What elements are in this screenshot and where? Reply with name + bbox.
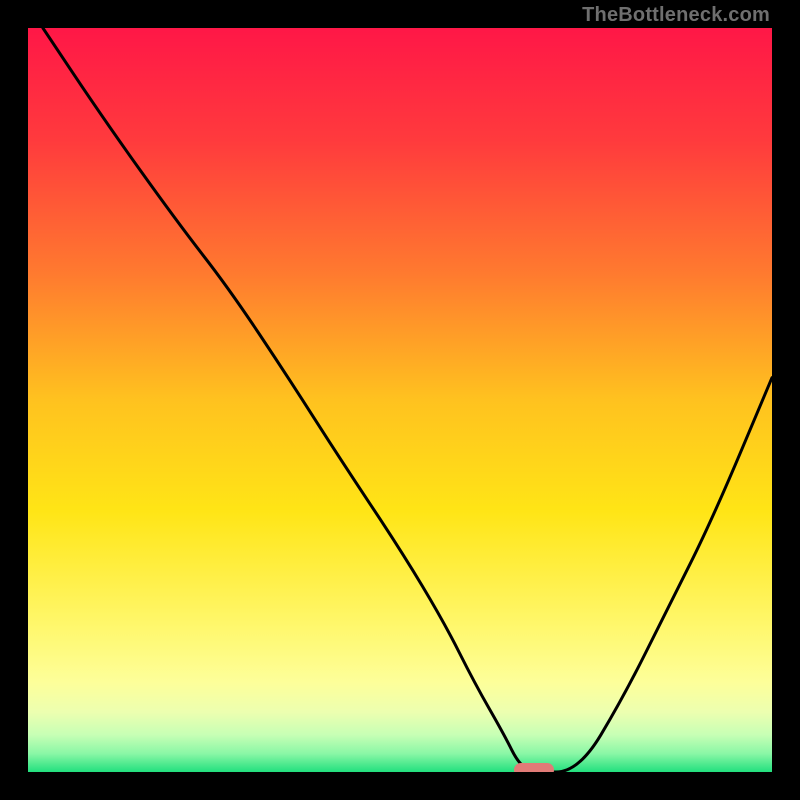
- chart-frame: TheBottleneck.com: [0, 0, 800, 800]
- watermark-text: TheBottleneck.com: [582, 4, 770, 27]
- optimal-marker: [514, 763, 554, 772]
- plot-area: [28, 28, 772, 772]
- gradient-background: [28, 28, 772, 772]
- plot-svg: [28, 28, 772, 772]
